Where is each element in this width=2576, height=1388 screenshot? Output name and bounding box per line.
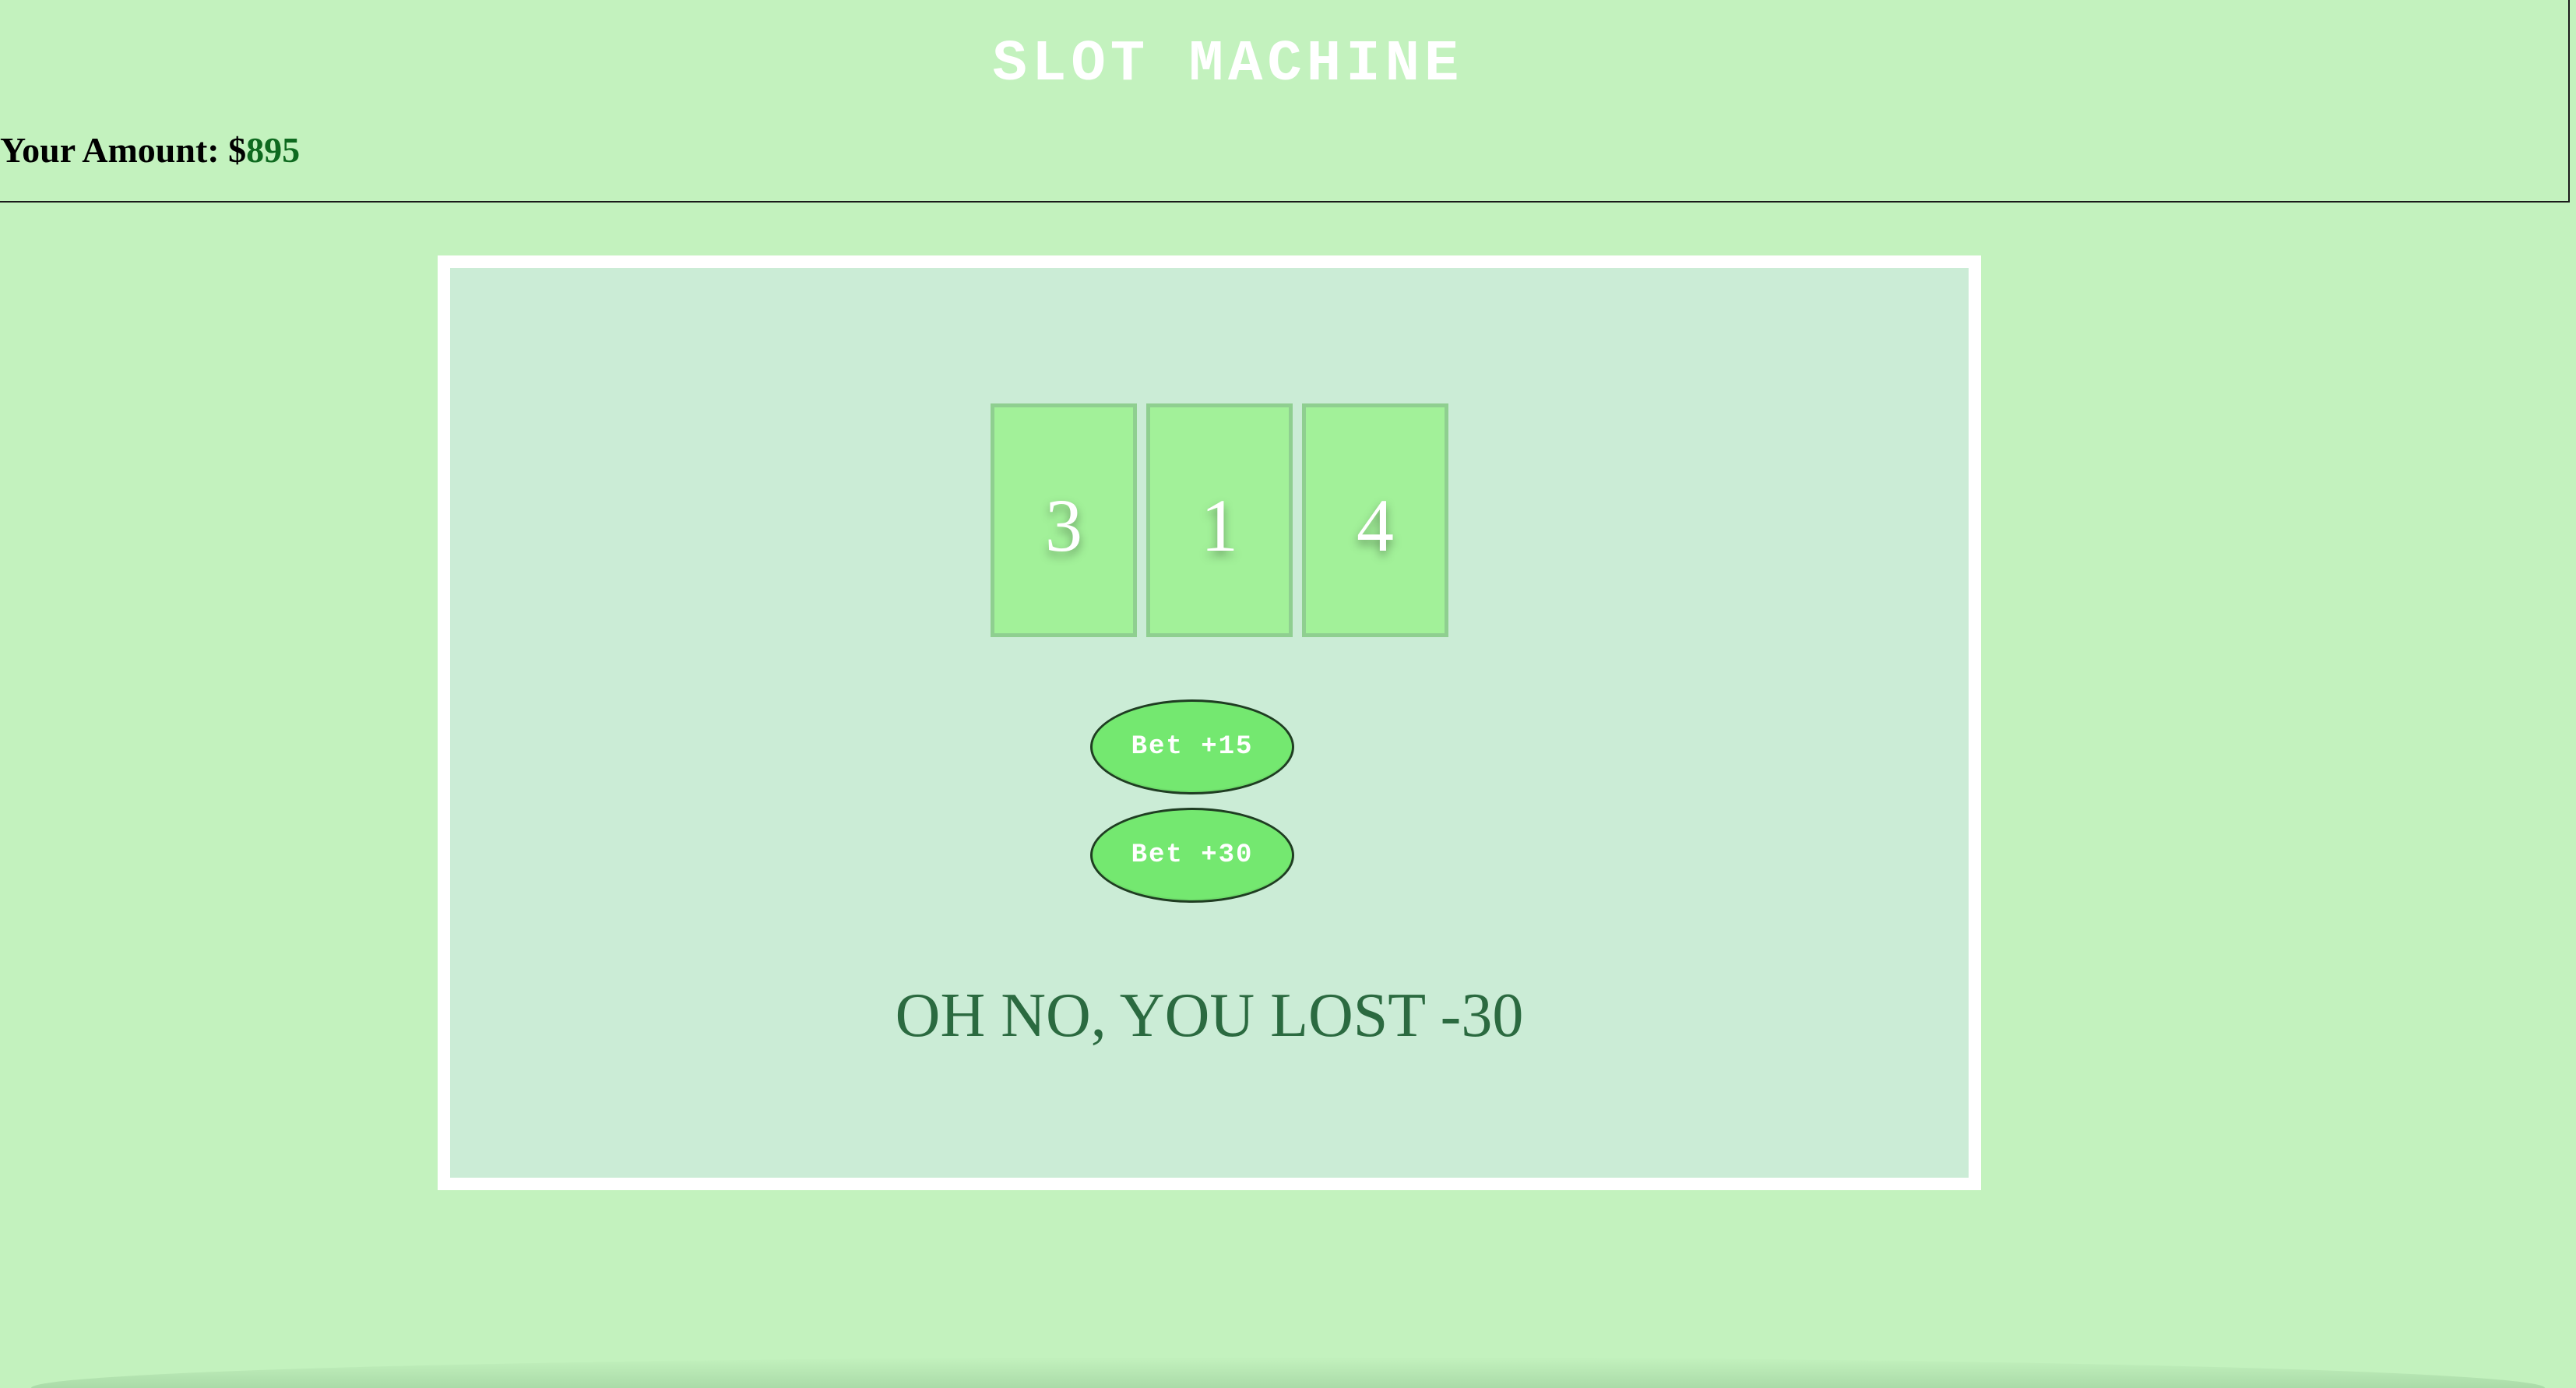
amount-display: Your Amount: $895: [0, 123, 300, 178]
bet-30-button[interactable]: Bet +30: [1090, 808, 1294, 903]
header: SLOT MACHINE Your Amount: $895: [0, 0, 2570, 203]
reel-1: 3: [991, 403, 1137, 637]
bottom-shadow: [31, 1357, 2545, 1388]
reel-2: 1: [1146, 403, 1293, 637]
page-title: SLOT MACHINE: [992, 32, 1464, 97]
bet-15-button[interactable]: Bet +15: [1090, 699, 1294, 794]
result-message: OH NO, YOU LOST -30: [895, 981, 1524, 1050]
reel-3: 4: [1302, 403, 1448, 637]
slot-machine-panel: 3 1 4 Bet +15 Bet +30 OH NO, YOU LOST -3…: [438, 255, 1981, 1190]
amount-value: 895: [246, 130, 301, 170]
amount-label: Your Amount: $: [0, 130, 247, 170]
